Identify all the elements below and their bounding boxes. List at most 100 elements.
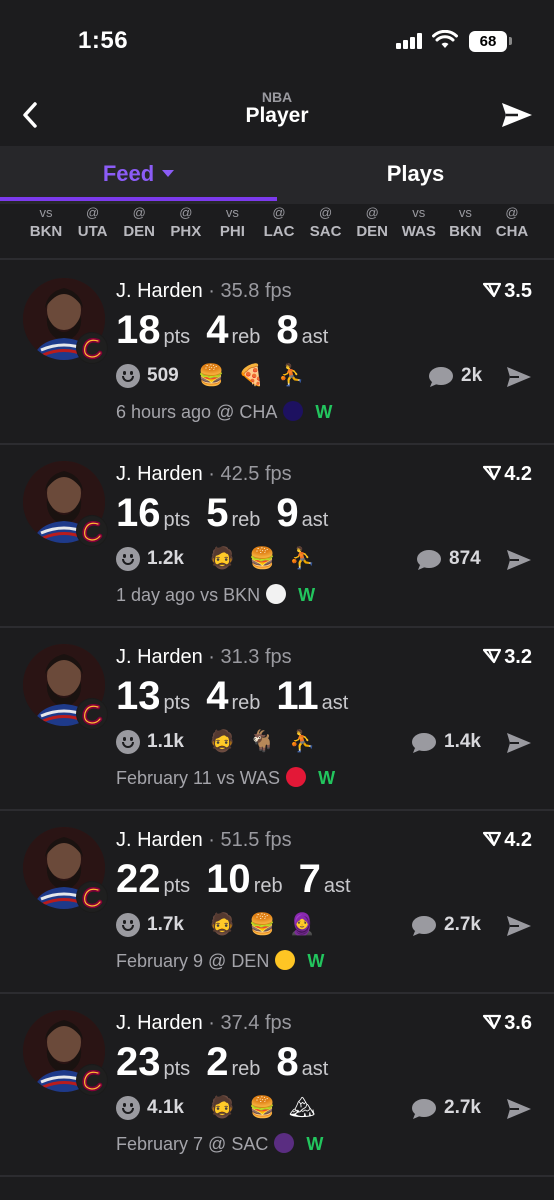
schedule-game[interactable]: @ CHA — [487, 204, 537, 242]
tab-plays[interactable]: Plays — [277, 146, 554, 202]
game-meta: 6 hours ago @ CHA W — [116, 401, 332, 423]
game-card[interactable]: J. Harden · 51.5 fps 4.2 22 pts 10 reb 7 ast 1.7… — [0, 811, 554, 994]
game-card[interactable]: J. Harden · 42.5 fps 4.2 16 pts 5 reb 9 ast 1.2k… — [0, 445, 554, 628]
reaction-emoji[interactable]: 🧔 — [209, 729, 235, 755]
schedule-team: PHI — [219, 223, 245, 240]
battery-indicator: 68 — [469, 31, 507, 52]
reaction-emoji[interactable]: ⛹ — [289, 546, 315, 572]
schedule-game[interactable]: @ PHX — [161, 204, 211, 242]
reaction-emoji[interactable]: 🏔 — [289, 1095, 316, 1121]
share-send-icon[interactable] — [506, 548, 532, 572]
rating-icon — [483, 831, 502, 846]
schedule-prefix: @ — [85, 205, 100, 220]
schedule-prefix: @ — [365, 205, 379, 220]
share-send-icon[interactable] — [506, 365, 532, 389]
schedule-game[interactable]: vs BKN — [21, 204, 71, 242]
share-send-icon[interactable] — [506, 1097, 532, 1121]
share-send-icon[interactable] — [500, 100, 534, 130]
game-card[interactable]: J. Harden · 37.4 fps 3.6 23 pts 2 reb 8 ast 4.1k… — [0, 994, 554, 1177]
assists-unit: ast — [321, 692, 349, 714]
game-meta: February 11 vs WAS W — [116, 767, 336, 789]
rebounds-value: 5 — [206, 491, 229, 535]
comment-icon — [412, 1099, 436, 1119]
schedule-game[interactable]: @ DEN — [114, 204, 164, 242]
schedule-team: LAC — [263, 223, 295, 240]
fps-sep: · — [202, 1012, 221, 1034]
game-card[interactable]: J. Harden · 31.3 fps 3.2 13 pts 4 reb 11 ast 1.1… — [0, 628, 554, 811]
schedule-game[interactable]: vs WAS — [394, 204, 444, 242]
player-name: J. Harden — [116, 829, 203, 851]
game-result: W — [298, 585, 316, 605]
schedule-team: PHX — [170, 223, 202, 240]
points-value: 13 — [116, 674, 161, 718]
comment-count: 2k — [461, 365, 483, 386]
comment-icon — [417, 550, 441, 570]
comment-count: 874 — [449, 548, 481, 569]
team-badge-icon — [76, 332, 108, 364]
share-send-icon[interactable] — [506, 731, 532, 755]
game-meta: 1 day ago vs BKN W — [116, 584, 316, 606]
team-badge-icon — [76, 515, 108, 547]
player-name-line: J. Harden · 35.8 fps — [116, 280, 292, 303]
share-send-icon[interactable] — [506, 914, 532, 938]
comment-icon — [429, 367, 453, 387]
reaction-emoji[interactable]: ⛹ — [289, 729, 315, 755]
game-meta: February 7 @ SAC W — [116, 1133, 324, 1155]
comment-count: 2.7k — [444, 914, 481, 935]
smiley-icon[interactable] — [116, 364, 140, 388]
team-badge-icon — [76, 881, 108, 913]
reaction-emoji[interactable]: 🧔 — [209, 546, 235, 572]
smiley-icon[interactable] — [116, 1096, 140, 1120]
game-card[interactable]: J. Harden · 35.8 fps 3.5 18 pts 4 reb 8 ast 509 🍔… — [0, 262, 554, 445]
schedule-game[interactable]: @ SAC — [301, 204, 351, 242]
reaction-emoji[interactable]: 🍕 — [238, 363, 264, 389]
fantasy-points: 35.8 fps — [220, 280, 292, 302]
rating-value: 3.2 — [504, 646, 532, 668]
reaction-emoji[interactable]: 🧕 — [289, 912, 315, 938]
points-unit: pts — [163, 1058, 191, 1080]
opponent-logo-icon — [266, 584, 287, 605]
smiley-icon[interactable] — [116, 547, 140, 571]
reaction-emoji[interactable]: 🧔 — [209, 912, 235, 938]
rating: 3.5 — [483, 280, 532, 303]
schedule-game[interactable]: vs PHI — [207, 204, 257, 242]
schedule-game[interactable]: vs BKN — [440, 204, 490, 242]
comment-icon — [412, 916, 436, 936]
smiley-icon[interactable] — [116, 730, 140, 754]
rating: 4.2 — [483, 829, 532, 852]
rebounds-unit: reb — [231, 692, 261, 714]
player-name-line: J. Harden · 51.5 fps — [116, 829, 292, 852]
schedule-game[interactable]: @ LAC — [254, 204, 304, 242]
stat-line: 22 pts 10 reb 7 ast — [116, 857, 367, 902]
assists-value: 8 — [276, 308, 299, 352]
schedule-team: CHA — [495, 223, 529, 240]
reaction-emoji[interactable]: ⛹ — [278, 363, 304, 389]
rating-value: 4.2 — [504, 829, 532, 851]
schedule-team: WAS — [401, 223, 436, 240]
schedule-game[interactable]: @ DEN — [347, 204, 397, 242]
smiley-icon[interactable] — [116, 913, 140, 937]
tab-feed[interactable]: Feed — [0, 146, 277, 202]
team-badge-icon — [76, 698, 108, 730]
comment-icon — [412, 733, 436, 753]
game-result: W — [306, 1134, 324, 1154]
tab-feed-label: Feed — [102, 161, 155, 186]
rebounds-value: 10 — [206, 857, 251, 901]
stat-line: 16 pts 5 reb 9 ast — [116, 491, 344, 536]
game-result: W — [307, 951, 325, 971]
game-result: W — [318, 768, 336, 788]
reaction-emoji[interactable]: 🐐 — [249, 729, 275, 755]
schedule-prefix: @ — [505, 205, 519, 220]
schedule-game[interactable]: @ UTA — [68, 204, 118, 242]
player-name: J. Harden — [116, 280, 203, 302]
reaction-emoji[interactable]: 🍔 — [249, 546, 275, 572]
assists-value: 8 — [276, 1040, 299, 1084]
reaction-emoji[interactable]: 🍔 — [249, 1095, 275, 1121]
schedule-team: UTA — [77, 223, 108, 240]
reaction-emoji[interactable]: 🧔 — [209, 1095, 235, 1121]
game-meta: February 9 @ DEN W — [116, 950, 325, 972]
reaction-emoji[interactable]: 🍔 — [198, 363, 224, 389]
schedule-strip: vs BKN @ UTA @ DEN @ PHX vs PHI @ LAC @ SAC @ DEN vs WAS v… — [0, 204, 554, 256]
points-unit: pts — [163, 692, 191, 714]
reaction-emoji[interactable]: 🍔 — [249, 912, 275, 938]
